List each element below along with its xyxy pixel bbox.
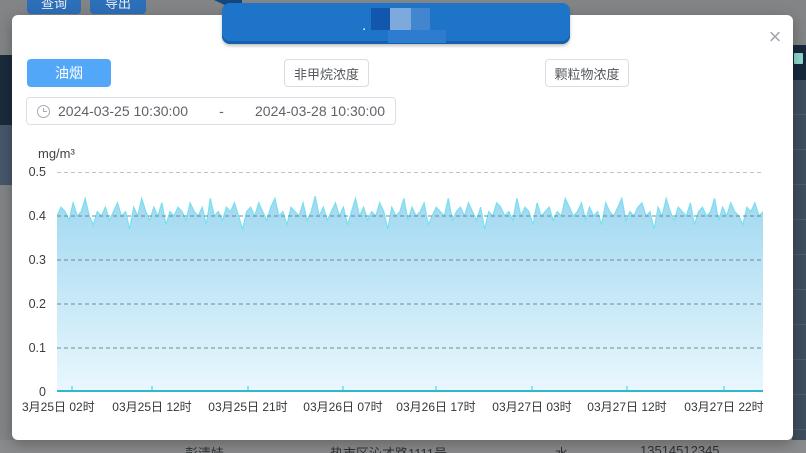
background-grid-icon <box>794 53 803 64</box>
background-export-button[interactable]: 导出 <box>90 0 146 14</box>
end-datetime[interactable]: 2024-03-28 10:30:00 <box>255 103 385 119</box>
area-chart-plot[interactable] <box>57 172 763 392</box>
x-tick-label: 3月25日 02时 <box>22 398 95 415</box>
screen: 查询 导出 彭清娃 热市区沁才路1111号 水 13514512345 ▪ × … <box>0 0 806 453</box>
table-cell-name: 彭清娃 <box>185 443 224 453</box>
series-area-fill <box>57 196 763 392</box>
x-tick-label: 03月26日 17时 <box>396 398 475 415</box>
x-tick-label: 03月27日 22时 <box>684 398 763 415</box>
x-tick-label: 03月27日 03时 <box>492 398 571 415</box>
redaction-block <box>411 8 430 30</box>
redaction-block <box>390 8 411 30</box>
y-tick-label: 0.2 <box>0 297 52 311</box>
table-cell-type: 水 <box>555 443 568 453</box>
x-tick-label: 03月25日 12时 <box>112 398 191 415</box>
tab-particulate[interactable]: 颗粒物浓度 <box>545 59 629 87</box>
x-tick-label: 03月27日 12时 <box>587 398 666 415</box>
date-range-separator: - <box>188 103 255 119</box>
y-tick-label: 0 <box>0 385 52 399</box>
start-datetime[interactable]: 2024-03-25 10:30:00 <box>58 103 188 119</box>
close-icon[interactable]: × <box>763 26 787 50</box>
y-tick-label: 0.3 <box>0 253 52 267</box>
x-axis-tick-labels: 3月25日 02时 03月25日 12时 03月25日 21时 03月26日 07时 0… <box>0 398 806 414</box>
y-tick-label: 0.1 <box>0 341 52 355</box>
background-table-row: 彭清娃 热市区沁才路1111号 水 13514512345 <box>0 440 806 453</box>
redaction-block <box>388 30 446 43</box>
date-range-picker[interactable]: 2024-03-25 10:30:00 - 2024-03-28 10:30:0… <box>26 97 396 125</box>
x-tick-label: 03月25日 21时 <box>208 398 287 415</box>
table-cell-phone: 13514512345 <box>640 443 720 453</box>
tab-non-methane[interactable]: 非甲烷浓度 <box>284 59 369 87</box>
background-table-fragment <box>792 80 806 440</box>
redaction-block <box>371 8 390 30</box>
redacted-glyph: ▪ <box>363 27 368 34</box>
table-cell-address: 热市区沁才路1111号 <box>330 443 447 453</box>
y-tick-label: 0.5 <box>0 165 52 179</box>
y-tick-label: 0.4 <box>0 209 52 223</box>
x-tick-label: 03月26日 07时 <box>303 398 382 415</box>
y-axis-tick-labels: 0 0.1 0.2 0.3 0.4 0.5 <box>0 0 52 453</box>
